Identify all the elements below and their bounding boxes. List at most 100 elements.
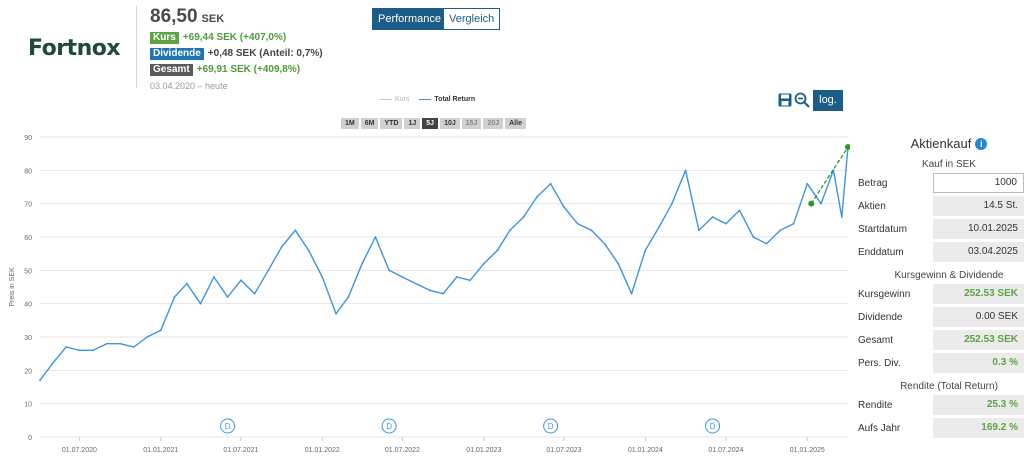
total-return-point bbox=[186, 282, 188, 285]
dividende-value: +0,48 SEK (Anteil: 0,7%) bbox=[207, 48, 323, 59]
total-return-point bbox=[159, 329, 162, 332]
total-return-point bbox=[65, 346, 68, 348]
total-return-point bbox=[738, 209, 741, 212]
total-return-point bbox=[361, 262, 364, 265]
legend-item-kurs[interactable]: Kurs bbox=[380, 96, 409, 103]
total-return-point bbox=[630, 292, 633, 295]
vergleich-button[interactable]: Vergleich bbox=[443, 8, 501, 30]
total-return-point bbox=[697, 229, 700, 232]
panel-subtitle: Kauf in SEK bbox=[922, 159, 976, 170]
dividend-marker-label: D bbox=[548, 422, 554, 431]
purchase-end-point bbox=[845, 144, 850, 150]
purchase-trend-line bbox=[810, 146, 849, 205]
dividend-marker-label: D bbox=[710, 422, 716, 431]
total-return-point bbox=[199, 302, 202, 305]
legend-label-total-return: Total Return bbox=[434, 96, 476, 103]
info-icon[interactable]: i bbox=[975, 137, 988, 150]
legend-label-kurs: Kurs bbox=[395, 96, 410, 103]
panel-row-value: 252.53 SEK bbox=[933, 284, 1024, 304]
x-tick-label: 01.01.2021 bbox=[143, 447, 178, 454]
total-return-point bbox=[765, 242, 768, 245]
gesamt-value: +69,91 SEK (+409,8%) bbox=[196, 64, 301, 75]
y-tick-label: 80 bbox=[24, 168, 32, 175]
total-return-point bbox=[724, 222, 727, 225]
total-return-point bbox=[711, 216, 714, 218]
panel-title: Aktienkauf i bbox=[874, 136, 1024, 151]
save-icon[interactable] bbox=[777, 92, 793, 108]
total-return-point bbox=[590, 229, 593, 232]
total-return-point bbox=[779, 229, 782, 232]
total-return-point bbox=[563, 206, 565, 208]
total-return-point bbox=[173, 296, 176, 298]
y-tick-label: 50 bbox=[24, 268, 32, 275]
panel-row-label: Aufs Jahr bbox=[858, 422, 901, 434]
panel-row-enddatum: Enddatum 03.04.2025 bbox=[856, 242, 1024, 262]
total-return-point bbox=[39, 379, 41, 382]
total-return-point bbox=[146, 336, 148, 338]
y-tick-label: 40 bbox=[24, 302, 32, 309]
total-return-chart: 0 10 20 30 40 50 60 70 80 90 01.07.2020 01.01.2021 0… bbox=[9, 135, 850, 454]
total-return-point bbox=[428, 289, 431, 292]
panel-row-value: 0.00 SEK bbox=[933, 307, 1024, 327]
panel-row-betrag: Betrag 1000 bbox=[856, 173, 1024, 193]
kurs-badge: Kurs bbox=[150, 31, 179, 44]
y-tick-label: 70 bbox=[24, 202, 32, 209]
chart-legend: Kurs Total Return bbox=[380, 96, 485, 103]
y-tick-label: 60 bbox=[24, 235, 32, 242]
panel-row-label: Betrag bbox=[858, 177, 888, 189]
x-tick-label: 01.01.2023 bbox=[466, 447, 501, 454]
panel-row-label: Gesamt bbox=[858, 334, 894, 346]
total-return-point bbox=[401, 276, 404, 278]
y-tick-label: 20 bbox=[24, 368, 32, 375]
total-return-point bbox=[617, 262, 620, 265]
x-tick-label: 01.01.2022 bbox=[305, 447, 340, 454]
total-return-point bbox=[442, 292, 445, 295]
total-return-point bbox=[522, 216, 525, 218]
total-return-point bbox=[267, 269, 270, 272]
total-return-point bbox=[496, 249, 499, 252]
section-kursgewinn: Kursgewinn & Dividende bbox=[894, 270, 1004, 281]
y-tick-label: 0 bbox=[28, 435, 32, 442]
total-return-line bbox=[39, 146, 849, 381]
log-scale-button[interactable]: log. bbox=[813, 90, 843, 111]
total-return-point bbox=[840, 216, 843, 218]
performance-button[interactable]: Performance bbox=[372, 8, 447, 30]
legend-line-kurs bbox=[380, 99, 392, 100]
panel-row-label: Pers. Div. bbox=[858, 357, 901, 369]
total-return-point bbox=[644, 249, 647, 252]
panel-title-text: Aktienkauf bbox=[910, 136, 972, 151]
legend-line-total-return bbox=[419, 99, 432, 100]
dividend-marker-label: D bbox=[225, 422, 231, 431]
panel-row-label: Startdatum bbox=[858, 223, 907, 235]
period-dates: 03.04.2020 – heute bbox=[150, 81, 228, 91]
panel-row-gesamt: Gesamt 252.53 SEK bbox=[856, 330, 1024, 350]
dividende-badge: Dividende bbox=[150, 47, 204, 60]
betrag-input[interactable]: 1000 bbox=[933, 173, 1024, 193]
total-return-point bbox=[549, 182, 552, 185]
return-rows: Rendite 25.3 % Aufs Jahr 169.2 % bbox=[856, 395, 1024, 438]
y-tick-label: 30 bbox=[24, 335, 32, 342]
total-return-point bbox=[105, 342, 108, 345]
total-return-point bbox=[119, 342, 121, 345]
panel-row-value: 0.3 % bbox=[933, 353, 1024, 373]
total-return-point bbox=[92, 349, 94, 352]
price-currency: SEK bbox=[201, 13, 225, 25]
total-return-point bbox=[482, 262, 485, 265]
total-return-point bbox=[684, 169, 687, 172]
legend-item-total-return[interactable]: Total Return bbox=[419, 96, 475, 103]
purchase-rows: Betrag 1000 Aktien 14.5 St. Startdatum 10.01.… bbox=[856, 173, 1024, 262]
panel-row-label: Dividende bbox=[858, 311, 903, 323]
total-return-point bbox=[670, 202, 673, 205]
total-return-point bbox=[321, 276, 324, 278]
total-return-point bbox=[51, 362, 54, 365]
kurs-value: +69,44 SEK (+407,0%) bbox=[182, 32, 287, 43]
total-return-point bbox=[415, 282, 418, 285]
company-logo: Fortnox bbox=[28, 36, 121, 61]
panel-row-value: 14.5 St. bbox=[933, 196, 1024, 216]
price-block: 86,50 SEK Kurs +69,44 SEK (+407,0%) Divi… bbox=[150, 6, 323, 91]
total-return-point bbox=[78, 349, 81, 352]
zoom-out-icon[interactable] bbox=[794, 92, 810, 108]
total-return-point bbox=[806, 182, 809, 185]
total-return-point bbox=[226, 296, 229, 298]
y-tick-label: 10 bbox=[24, 402, 32, 409]
